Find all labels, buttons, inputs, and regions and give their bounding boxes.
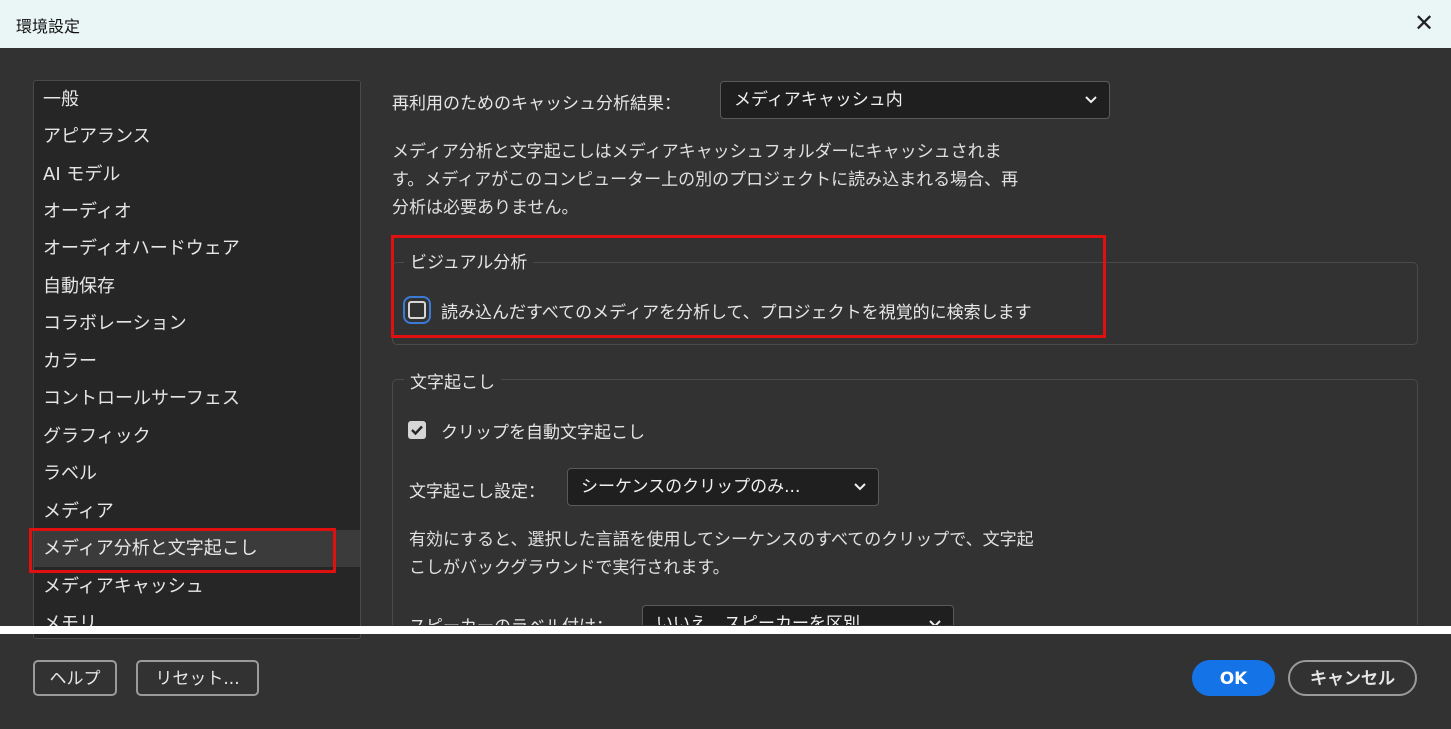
- sidebar-item-graphics[interactable]: グラフィック: [34, 418, 360, 455]
- sidebar-item-autosave[interactable]: 自動保存: [34, 268, 360, 305]
- reset-button[interactable]: リセット...: [136, 660, 259, 696]
- chevron-down-icon: [929, 620, 941, 625]
- cache-description: メディア分析と文字起こしはメディアキャッシュフォルダーにキャッシュされま す。メ…: [392, 142, 1019, 218]
- sidebar-item-audio-hardware[interactable]: オーディオハードウェア: [34, 230, 360, 267]
- sidebar-item-media-analysis-transcription[interactable]: メディア分析と文字起こし: [34, 530, 360, 567]
- settings-panel: 再利用のためのキャッシュ分析結果： メディアキャッシュ内 メディア分析と文字起こ…: [392, 48, 1432, 625]
- cancel-button[interactable]: キャンセル: [1288, 660, 1417, 696]
- chevron-down-icon: [854, 483, 866, 491]
- category-list[interactable]: 一般 アピアランス AI モデル オーディオ オーディオハードウェア 自動保存 …: [33, 80, 361, 639]
- visual-analysis-checkbox[interactable]: [403, 296, 431, 324]
- cache-results-value: メディアキャッシュ内: [734, 90, 903, 110]
- chevron-down-icon: [1085, 96, 1097, 104]
- transcription-description: 有効にすると、選択した言語を使用してシーケンスのすべてのクリップで、文字起 こし…: [409, 530, 1034, 578]
- checkmark-icon: [411, 425, 423, 436]
- sidebar-item-media[interactable]: メディア: [34, 493, 360, 530]
- speaker-label-dropdown[interactable]: いいえ、スピーカーを区別...: [642, 605, 954, 625]
- window-title: 環境設定: [16, 17, 81, 36]
- visual-analysis-label: 読み込んだすべてのメディアを分析して、プロジェクトを視覚的に検索します: [441, 303, 1032, 323]
- sidebar-item-collaboration[interactable]: コラボレーション: [34, 305, 360, 342]
- speaker-label-value: いいえ、スピーカーを区別...: [656, 614, 877, 625]
- cache-results-dropdown[interactable]: メディアキャッシュ内: [720, 81, 1110, 119]
- title-bar: 環境設定 ✕: [0, 0, 1451, 48]
- sidebar-item-audio[interactable]: オーディオ: [34, 193, 360, 230]
- transcription-settings-label: 文字起こし設定：: [409, 482, 545, 502]
- transcription-settings-value: シーケンスのクリップのみ...: [581, 477, 801, 497]
- preferences-dialog: 一般 アピアランス AI モデル オーディオ オーディオハードウェア 自動保存 …: [0, 48, 1451, 729]
- auto-transcribe-label: クリップを自動文字起こし: [441, 423, 645, 443]
- cache-results-label: 再利用のためのキャッシュ分析結果：: [392, 94, 681, 114]
- close-icon[interactable]: ✕: [1407, 6, 1441, 40]
- transcription-settings-dropdown[interactable]: シーケンスのクリップのみ...: [567, 468, 879, 506]
- visual-analysis-title: ビジュアル分析: [404, 248, 534, 273]
- screenshot-gap: [0, 626, 1451, 634]
- sidebar-item-general[interactable]: 一般: [34, 81, 360, 118]
- transcription-group: [392, 379, 1418, 625]
- transcription-title: 文字起こし: [404, 368, 501, 393]
- sidebar-item-media-cache[interactable]: メディアキャッシュ: [34, 568, 360, 605]
- sidebar-item-appearance[interactable]: アピアランス: [34, 118, 360, 155]
- sidebar-item-labels[interactable]: ラベル: [34, 455, 360, 492]
- help-button[interactable]: ヘルプ: [33, 660, 117, 696]
- sidebar-item-color[interactable]: カラー: [34, 343, 360, 380]
- auto-transcribe-checkbox[interactable]: [408, 421, 426, 439]
- sidebar-item-control-surface[interactable]: コントロールサーフェス: [34, 380, 360, 417]
- speaker-label-label: スピーカーのラベル付け：: [409, 612, 613, 625]
- sidebar-item-ai-model[interactable]: AI モデル: [34, 156, 360, 193]
- ok-button[interactable]: OK: [1192, 660, 1275, 696]
